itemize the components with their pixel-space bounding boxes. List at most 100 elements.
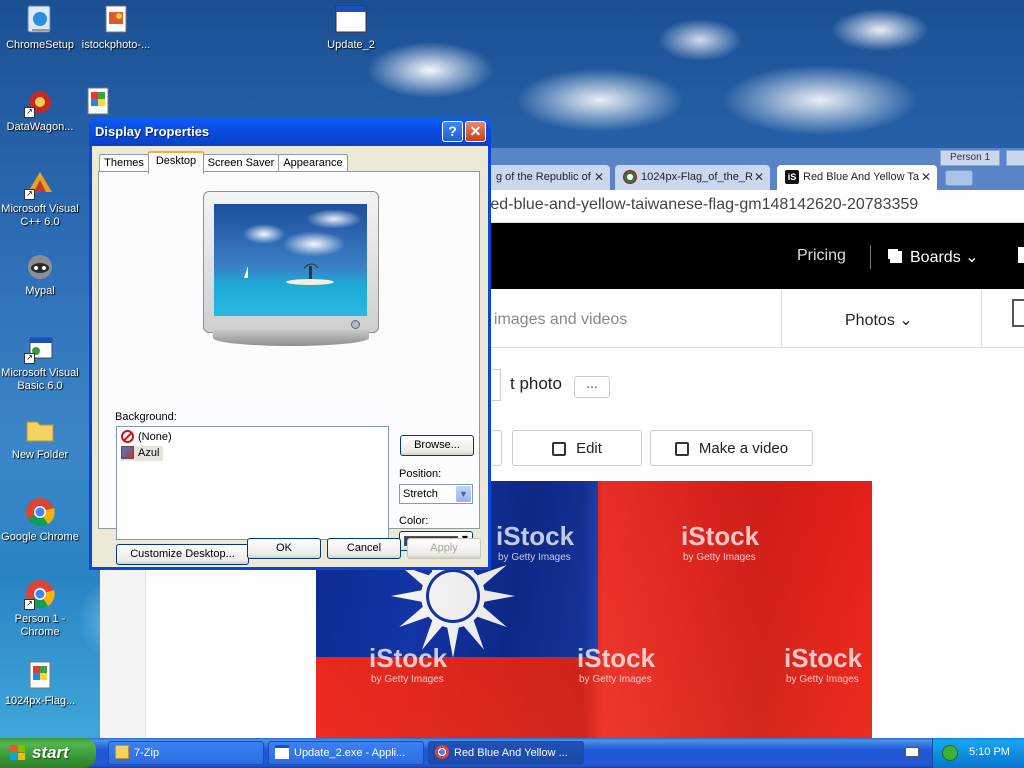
desktop-icon-visual-basic[interactable]: ↗ Microsoft Visual Basic 6.0 — [0, 332, 80, 393]
image-file-icon — [100, 4, 132, 36]
customize-desktop-button[interactable]: Customize Desktop... — [116, 544, 249, 565]
browse-button[interactable]: Browse... — [400, 435, 474, 456]
cancel-button[interactable]: Cancel — [327, 538, 401, 559]
tab-desktop[interactable]: Desktop — [148, 151, 204, 174]
taskbar-item-label: Red Blue And Yellow ... — [454, 747, 568, 759]
make-video-button[interactable]: Make a video — [650, 430, 813, 466]
boards-menu[interactable]: Boards ⌄ — [890, 247, 979, 267]
desktop-icon-chromesetup[interactable]: ChromeSetup — [0, 4, 80, 52]
media-type-dropdown[interactable]: Photos ⌄ — [845, 310, 913, 330]
image-file-icon — [121, 446, 134, 459]
installer-icon — [24, 4, 56, 36]
boards-icon — [890, 251, 902, 263]
desktop-icon-update2[interactable]: Update_2 — [311, 4, 391, 52]
help-button[interactable]: ? — [442, 121, 463, 142]
apply-button[interactable]: Apply — [407, 538, 481, 559]
search-by-image-icon[interactable] — [1012, 299, 1024, 327]
dialog-title-bar[interactable]: Display Properties ? ✕ — [89, 118, 491, 146]
position-select[interactable]: Stretch ▼ — [399, 484, 473, 504]
edit-button[interactable]: Edit — [512, 430, 642, 466]
background-item-none[interactable]: (None) — [121, 430, 172, 445]
watermark-sub: by Getty Images — [683, 552, 756, 563]
chrome-icon — [435, 745, 449, 759]
datawagon-icon: ↗ — [24, 86, 56, 118]
chevron-down-icon: ⌄ — [899, 312, 913, 329]
edit-label: Edit — [576, 440, 602, 457]
watermark-sub: by Getty Images — [498, 552, 571, 563]
watermark-sub: by Getty Images — [579, 674, 652, 685]
tab-screen-saver[interactable]: Screen Saver — [203, 154, 279, 172]
folder-icon — [24, 414, 56, 446]
watermark: iStock by Getty Images — [496, 521, 574, 563]
tab-themes[interactable]: Themes — [99, 154, 149, 172]
background-item-azul[interactable]: Azul — [121, 446, 164, 461]
taskbar-item-label: 7-Zip — [134, 747, 160, 759]
desktop-icon-person1-chrome[interactable]: ↗ Person 1 - Chrome — [0, 578, 80, 639]
position-label: Position: — [399, 468, 442, 480]
power-icon — [351, 320, 360, 329]
account-icon[interactable] — [1018, 247, 1024, 263]
watermark-sub: by Getty Images — [371, 674, 444, 685]
tab-title: Red Blue And Yellow Ta — [803, 171, 919, 183]
monitor-preview — [203, 191, 379, 333]
desktop-icon-istockphoto[interactable]: istockphoto-... — [76, 4, 156, 52]
search-divider — [781, 289, 782, 347]
taskbar-item-chrome[interactable]: Red Blue And Yellow ... — [428, 741, 584, 765]
taskbar-item-label: Update_2.exe - Appli... — [294, 747, 406, 759]
window-app-icon — [335, 4, 367, 36]
url-text[interactable]: red-blue-and-yellow-taiwanese-flag-gm148… — [485, 196, 918, 214]
close-icon[interactable]: ✕ — [754, 165, 764, 190]
keyboard-icon[interactable] — [905, 747, 919, 757]
background-list[interactable]: (None) Azul — [116, 426, 389, 540]
desktop-icon-label: ChromeSetup — [6, 39, 74, 51]
new-tab-button[interactable] — [945, 170, 973, 186]
start-button[interactable]: start — [0, 738, 96, 768]
tab-republic[interactable]: g of the Republic of ✕ — [476, 165, 610, 190]
start-label: start — [32, 743, 69, 762]
select-box[interactable] — [492, 369, 501, 401]
search-input[interactable]: t images and videos — [485, 311, 627, 329]
clock[interactable]: 5:10 PM — [969, 746, 1010, 758]
photo-title: t photo — [510, 374, 562, 393]
save-button[interactable] — [492, 430, 502, 466]
close-button[interactable]: ✕ — [465, 121, 486, 142]
chevron-down-icon[interactable]: ▼ — [456, 486, 471, 502]
network-icon[interactable] — [942, 745, 958, 761]
more-options-button[interactable]: ... — [574, 376, 610, 398]
tab-istock[interactable]: iS Red Blue And Yellow Ta ✕ — [777, 165, 937, 190]
visual-cpp-icon: ↗ — [24, 168, 56, 200]
desktop-icon-new-folder[interactable]: New Folder — [0, 414, 80, 462]
desktop-icon-google-chrome[interactable]: Google Chrome — [0, 496, 80, 544]
ok-button[interactable]: OK — [247, 538, 321, 559]
desktop-icon-flag-image[interactable]: 1024px-Flag... — [0, 660, 80, 708]
desktop-icon-datawagon[interactable]: ↗ DataWagon... — [0, 86, 80, 134]
taskbar-item-7zip[interactable]: 7-Zip — [108, 741, 264, 765]
taskbar: start 7-Zip Update_2.exe - Appli... Red … — [0, 738, 1024, 768]
desktop-icon-label: istockphoto-... — [81, 39, 151, 51]
tab-appearance[interactable]: Appearance — [278, 154, 348, 172]
watermark-brand: iStock — [577, 643, 656, 673]
tab-flag-wiki[interactable]: 1024px-Flag_of_the_R ✕ — [615, 165, 770, 190]
chevron-down-icon: ⌄ — [965, 249, 979, 266]
display-properties-dialog: Display Properties ? ✕ Themes Desktop Sc… — [89, 118, 491, 570]
close-icon[interactable]: ✕ — [921, 165, 931, 190]
watermark-sub: by Getty Images — [786, 674, 859, 685]
folder-icon — [115, 745, 129, 759]
istock-icon: iS — [785, 170, 799, 185]
taskbar-item-update2[interactable]: Update_2.exe - Appli... — [268, 741, 424, 765]
dialog-body: Themes Desktop Screen Saver Appearance B… — [92, 146, 488, 567]
desktop-icon-visual-cpp[interactable]: ↗ Microsoft Visual C++ 6.0 — [0, 168, 80, 229]
background-item-label: (None) — [138, 431, 172, 443]
wallpaper-preview — [214, 204, 367, 316]
system-tray: 5:10 PM — [932, 738, 1024, 768]
tab-title: g of the Republic of — [496, 171, 591, 183]
desktop-icon-label: Google Chrome — [1, 531, 79, 543]
profile-button[interactable]: Person 1 — [940, 150, 1000, 166]
desktop-icon-mypal[interactable]: Mypal — [0, 250, 80, 298]
minimize-button[interactable] — [1006, 150, 1024, 166]
pricing-link[interactable]: Pricing — [797, 247, 846, 265]
watermark: iStock by Getty Images — [369, 643, 447, 685]
close-icon[interactable]: ✕ — [594, 165, 604, 190]
dialog-title: Display Properties — [95, 124, 210, 139]
visual-basic-icon: ↗ — [24, 332, 56, 364]
